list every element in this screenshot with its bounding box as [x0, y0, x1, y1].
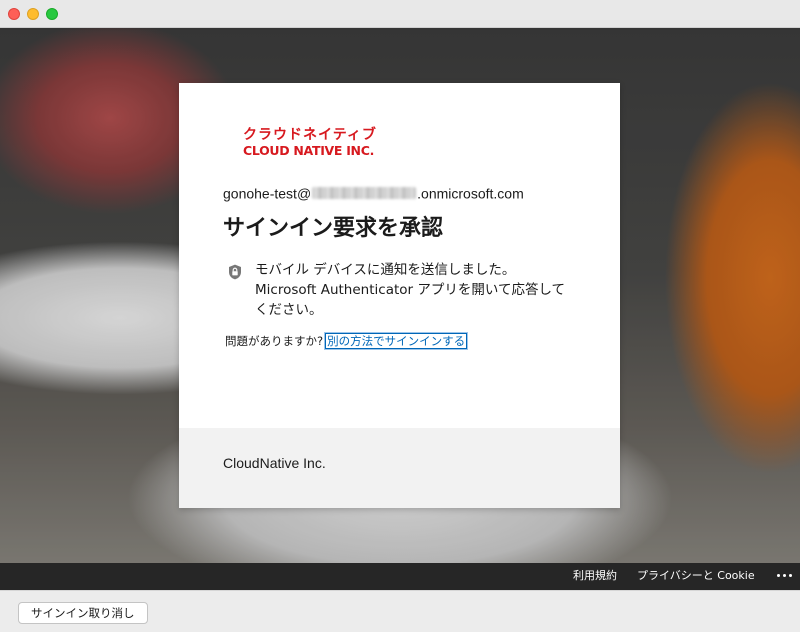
email-redacted-part [312, 187, 417, 200]
logo-katakana: クラウドネイティブ [243, 127, 377, 143]
card-footer: CloudNative Inc. [179, 428, 620, 508]
trouble-row: 問題がありますか? 別の方法でサインインする [225, 332, 469, 350]
window-close-button[interactable] [8, 8, 20, 20]
bottom-toolbar: サインイン取り消し [0, 590, 800, 632]
cancel-signin-button[interactable]: サインイン取り消し [18, 602, 148, 624]
terms-link[interactable]: 利用規約 [573, 569, 617, 583]
logo-wordmark: CLOUD NATIVE INC. [243, 143, 375, 158]
email-prefix: gonohe-test@ [223, 185, 312, 202]
footer-bar: 利用規約 プライバシーと Cookie [0, 563, 800, 590]
message-line: モバイル デバイスに通知を送信しました。 [255, 262, 516, 278]
other-signin-method-link[interactable]: 別の方法でサインインする [324, 332, 469, 350]
notification-message: モバイル デバイスに通知を送信しました。 Microsoft Authentic… [255, 260, 585, 320]
window-minimize-button[interactable] [27, 8, 39, 20]
message-line: Microsoft Authenticator アプリを開いて応答して [255, 282, 566, 298]
company-logo: クラウドネイティブ CLOUD NATIVE INC. [243, 128, 376, 162]
company-name: CloudNative Inc. [223, 455, 326, 471]
window-titlebar [0, 0, 800, 28]
email-suffix: .onmicrosoft.com [417, 185, 524, 202]
signin-card: クラウドネイティブ CLOUD NATIVE INC. gonohe-test@… [179, 83, 620, 508]
privacy-cookie-link[interactable]: プライバシーと Cookie [637, 569, 755, 583]
page-title: サインイン要求を承認 [223, 216, 444, 241]
trouble-text: 問題がありますか? [225, 334, 324, 348]
more-dots-icon[interactable] [776, 568, 794, 582]
account-email: gonohe-test@ .onmicrosoft.com [223, 183, 524, 202]
message-line: ください。 [255, 302, 323, 318]
window-maximize-button[interactable] [46, 8, 58, 20]
lock-icon [229, 264, 241, 280]
